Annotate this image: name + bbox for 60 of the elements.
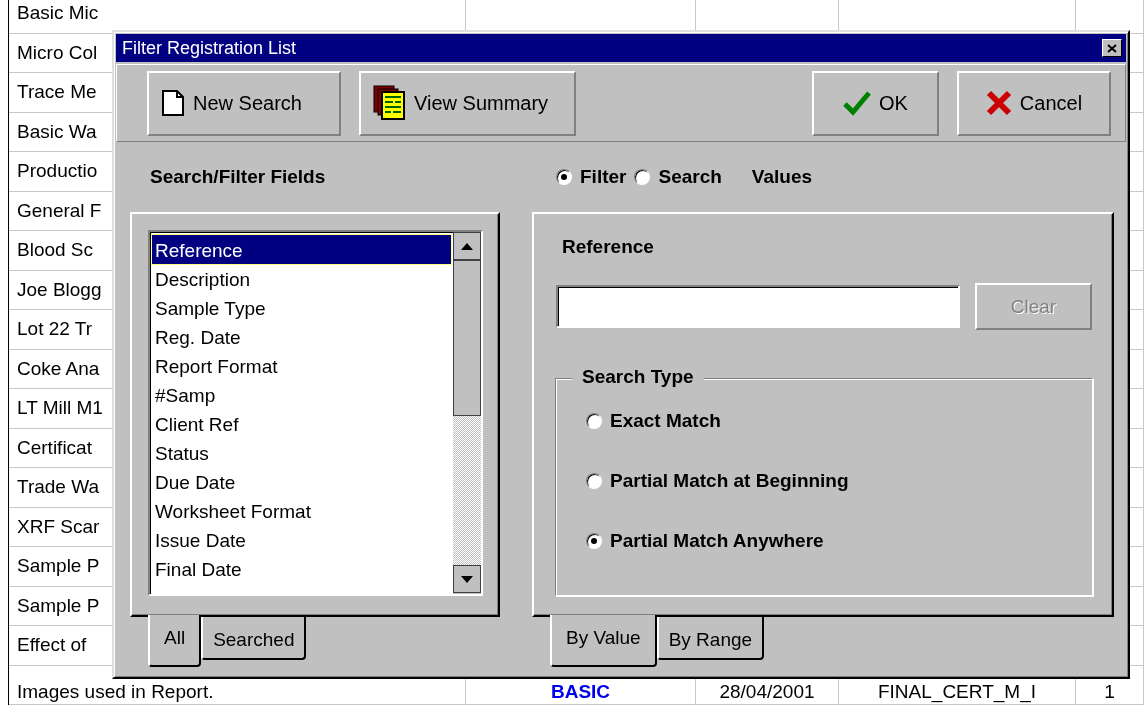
- table-cell-text: Images used in Report.: [17, 681, 214, 703]
- table-cell-text: Blood Sc: [17, 239, 94, 262]
- table-cell-text: Lot 22 Tr: [17, 318, 92, 341]
- input-field[interactable]: [556, 285, 960, 328]
- list-item[interactable]: Worksheet Format: [152, 496, 451, 525]
- table-cell-text: 28/04/2001: [719, 681, 815, 703]
- documents-stack-icon: [373, 85, 406, 121]
- list-item[interactable]: #Samp: [152, 380, 451, 409]
- list-item[interactable]: Status: [152, 438, 451, 467]
- list-item[interactable]: Description: [152, 264, 451, 293]
- list-item[interactable]: Issue Date: [152, 525, 451, 554]
- toolbar-button[interactable]: New Search: [147, 70, 341, 136]
- table-cell-text: Joe Blogg: [17, 278, 102, 301]
- checkmark-icon: [843, 90, 872, 116]
- close-icon: [1107, 43, 1117, 53]
- close-button[interactable]: [1102, 39, 1122, 57]
- table-cell-text: 1: [1104, 681, 1115, 703]
- table-cell-text: Sample P: [17, 555, 100, 578]
- list-item[interactable]: Final Date: [152, 554, 451, 583]
- mode-label: Values: [751, 166, 813, 188]
- tab[interactable]: By Value: [550, 615, 657, 667]
- table-cell-text: XRF Scar: [17, 515, 100, 538]
- radio-option[interactable]: Partial Match Anywhere: [556, 527, 1092, 555]
- radio-option[interactable]: Search: [634, 166, 722, 188]
- toolbar-button[interactable]: OK: [812, 70, 939, 136]
- toolbar-button[interactable]: Cancel: [957, 70, 1111, 136]
- list-item[interactable]: Reference: [152, 235, 451, 264]
- list-box[interactable]: Reference Description Sample Type Reg. Date Report Format #Samp Client Ref Status Due Date Worksheet Format Issue Date Final Date: [148, 230, 483, 596]
- table-cell-text: Micro Col: [17, 41, 98, 64]
- table-cell-text: Trade Wa: [17, 476, 99, 499]
- document-icon: [161, 89, 185, 117]
- table-cell-text: Basic Wa: [17, 120, 97, 143]
- list-item[interactable]: Sample Type: [152, 293, 451, 322]
- cancel-icon: [985, 90, 1012, 116]
- list-item[interactable]: Client Ref: [152, 409, 451, 438]
- tab[interactable]: By Range: [656, 617, 765, 660]
- list-item[interactable]: Due Date: [152, 467, 451, 496]
- panel-heading: Search/Filter Fields: [150, 166, 326, 188]
- list-item[interactable]: Report Format: [152, 351, 451, 380]
- table-cell-text: Basic Mic: [17, 2, 99, 25]
- table-cell-text: Certificat: [17, 436, 92, 459]
- table-cell-text: Productio: [17, 160, 98, 183]
- tab[interactable]: All: [148, 615, 202, 667]
- table-cell-text: General F: [17, 199, 102, 222]
- list-item[interactable]: Reg. Date: [152, 322, 451, 351]
- toolbar-button[interactable]: View Summary: [359, 70, 576, 136]
- radio-option[interactable]: Exact Match: [556, 407, 1092, 435]
- table-cell-text: Sample P: [17, 594, 100, 617]
- table-cell-text: Coke Ana: [17, 357, 100, 380]
- table-cell-text: Trace Me: [17, 81, 97, 104]
- table-cell-text: BASIC: [550, 681, 611, 703]
- window-title: Filter Registration List: [122, 37, 297, 59]
- radio-option[interactable]: Filter: [556, 166, 627, 188]
- field-label: Reference: [562, 236, 654, 257]
- radio-option[interactable]: Partial Match at Beginning: [556, 467, 1092, 495]
- table-cell-text: FINAL_CERT_M_I: [878, 681, 1036, 703]
- scrollbar[interactable]: [453, 232, 481, 594]
- tab[interactable]: Searched: [201, 617, 307, 660]
- table-cell-text: LT Mill M1: [17, 397, 103, 420]
- table-cell-text: Effect of: [17, 634, 87, 657]
